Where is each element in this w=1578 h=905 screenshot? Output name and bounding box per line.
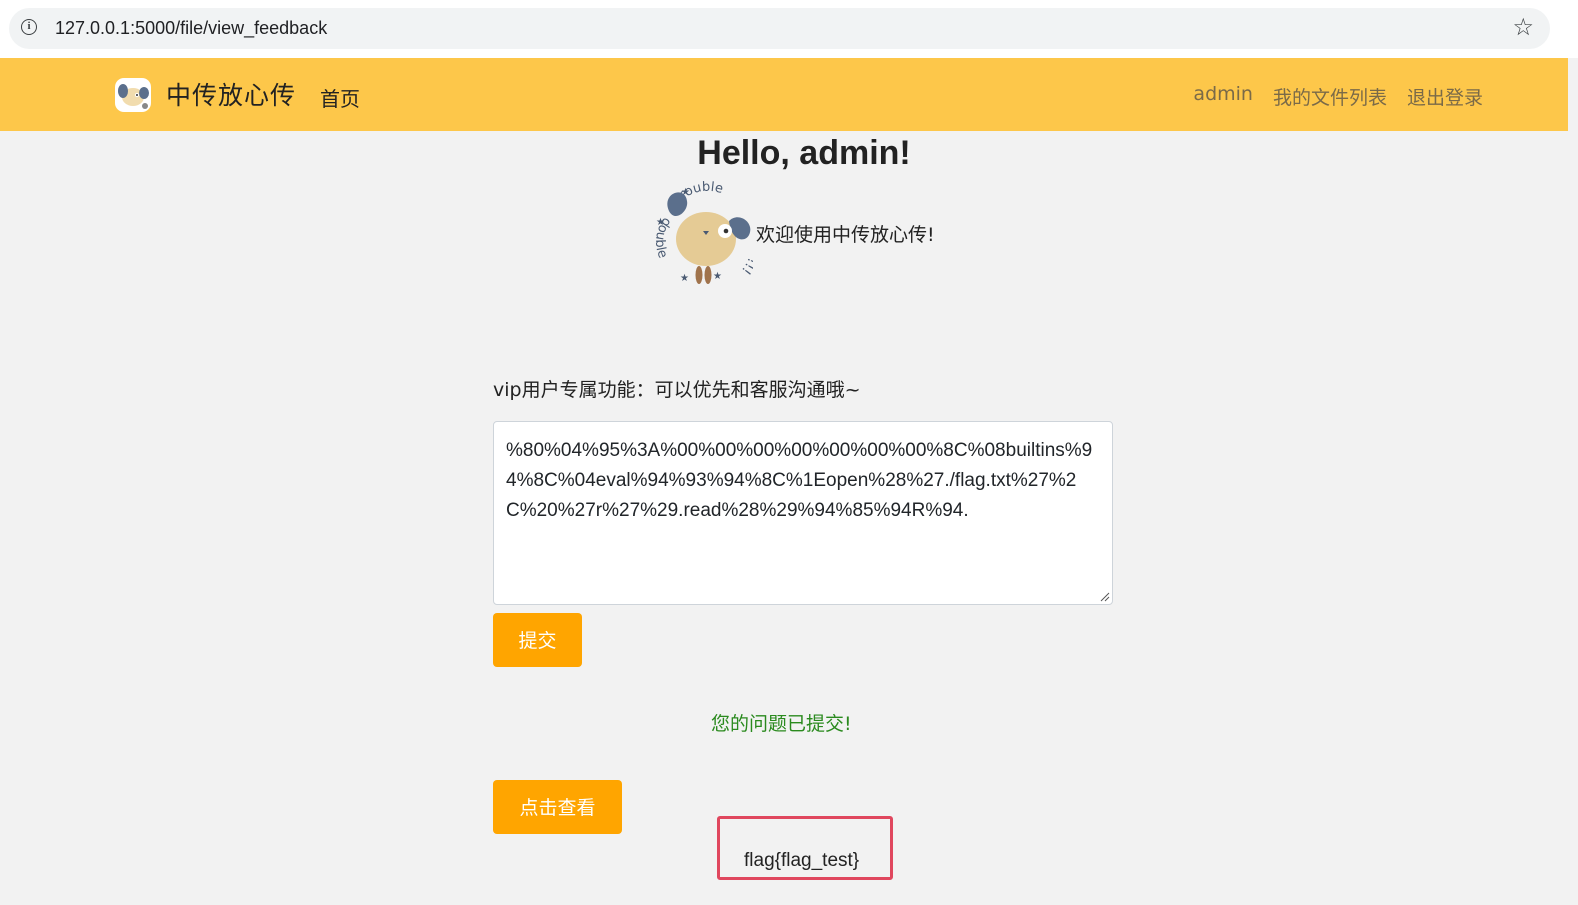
nav-right-links: admin 我的文件列表 退出登录 [1193,83,1483,110]
svg-text:★: ★ [656,217,665,228]
flag-result-text: flag{flag_test} [744,850,860,871]
browser-bar: i 127.0.0.1:5000/file/view_feedback ☆ [0,0,1578,58]
resize-handle-icon[interactable] [1100,592,1110,602]
vip-label: vip用户专属功能：可以优先和客服沟通哦~ [493,379,861,401]
svg-text:★: ★ [713,271,722,282]
svg-text:!!!: !!! [738,256,753,278]
star-icon[interactable]: ☆ [1512,15,1534,39]
view-result-button[interactable]: 点击查看 [493,780,622,834]
brand-name[interactable]: 中传放心传 [166,76,296,112]
address-bar[interactable]: i 127.0.0.1:5000/file/view_feedback ☆ [9,8,1550,49]
info-icon[interactable]: i [21,19,37,35]
url-text[interactable]: 127.0.0.1:5000/file/view_feedback [55,18,327,39]
feedback-textarea[interactable]: %80%04%95%3A%00%00%00%00%00%00%00%8C%08b… [493,421,1113,605]
nav-user-link[interactable]: admin [1193,83,1253,110]
navbar: 中传放心传 首页 admin 我的文件列表 退出登录 [0,58,1568,131]
nav-home-link[interactable]: 首页 [320,83,360,112]
svg-text:★: ★ [680,273,689,284]
success-message: 您的问题已提交! [711,713,852,735]
mascot-text-right: !!! [738,256,753,278]
nav-files-link[interactable]: 我的文件列表 [1273,83,1387,110]
submit-button[interactable]: 提交 [493,613,582,667]
logo-icon[interactable] [114,76,152,114]
welcome-text: 欢迎使用中传放心传! [756,224,935,246]
mascot-image: trouble double !!! ★ ★ ★ ★ [652,181,753,284]
nav-logout-link[interactable]: 退出登录 [1407,83,1483,110]
page-title: Hello, admin! [697,134,911,172]
